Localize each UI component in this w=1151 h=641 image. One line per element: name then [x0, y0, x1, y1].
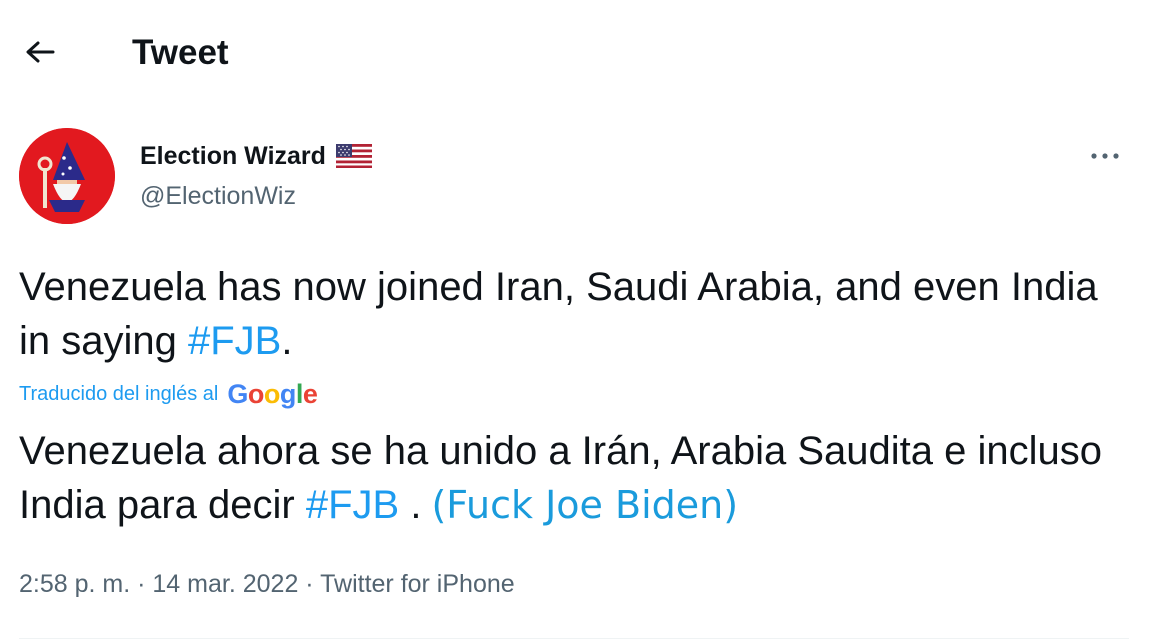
author-name-row[interactable]: Election Wizard [140, 140, 372, 172]
translated-text-end: . [399, 483, 422, 527]
us-flag-icon [335, 144, 372, 168]
wizard-avatar-icon [19, 128, 115, 224]
page-title: Tweet [132, 33, 229, 72]
translated-hashtag-link[interactable]: #FJB [306, 483, 399, 527]
tweet-time[interactable]: 2:58 p. m. [19, 570, 130, 598]
avatar[interactable] [19, 128, 115, 224]
translated-by-google-link[interactable]: Traducido del inglés al Google [19, 376, 318, 412]
tweet-text-end: . [281, 319, 293, 363]
google-logo: Google [227, 379, 318, 409]
tweet-text-body: Venezuela has now joined Iran, Saudi Ara… [19, 265, 1098, 363]
more-horizontal-icon [1091, 153, 1119, 159]
tweet-date[interactable]: 14 mar. 2022 [152, 570, 298, 598]
meta-separator: · [305, 570, 314, 598]
page-header: Tweet [0, 0, 1151, 106]
author-handle[interactable]: @ElectionWiz [140, 180, 296, 212]
more-options-button[interactable] [1082, 140, 1128, 172]
tweet-text: Venezuela has now joined Iran, Saudi Ara… [19, 260, 1129, 368]
translated-by-label: Traducido del inglés al [19, 383, 219, 405]
hashtag-link[interactable]: #FJB [188, 319, 281, 363]
arrow-left-icon [26, 41, 55, 63]
divider [19, 638, 1129, 639]
translated-tweet-text: Venezuela ahora se ha unido a Irán, Arab… [19, 424, 1129, 532]
tweet-source[interactable]: Twitter for iPhone [320, 570, 515, 598]
back-button[interactable] [18, 30, 62, 74]
author-display-name: Election Wizard [140, 142, 326, 170]
meta-separator: · [137, 570, 146, 598]
handwritten-annotation: (Fuck Joe Biden) [431, 483, 739, 527]
tweet-meta: 2:58 p. m. · 14 mar. 2022 · Twitter for … [19, 566, 515, 602]
